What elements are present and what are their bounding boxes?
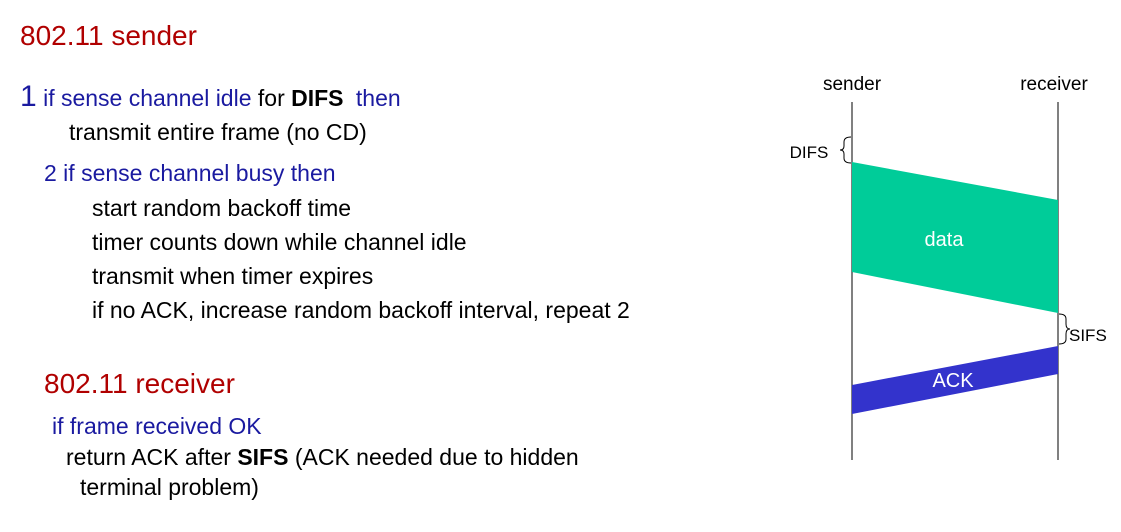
sifs-label: SIFS [1069,326,1107,345]
difs-label: DIFS [790,143,829,162]
difs-brace [839,136,852,164]
timing-diagram: sender receiver DIFS data SIFS ACK [790,74,1107,460]
sender-label: sender [823,74,882,95]
receiver-label: receiver [1020,74,1088,95]
data-label: data [925,229,965,251]
ack-label: ACK [932,370,974,392]
